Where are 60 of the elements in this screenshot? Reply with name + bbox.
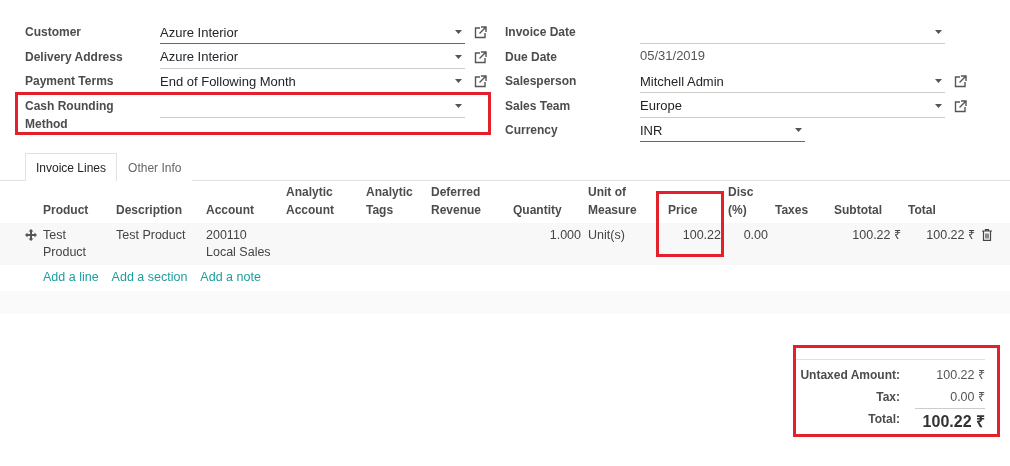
field-label: Cash Rounding Method: [25, 97, 115, 133]
table-cell: 100.22 ₹: [926, 228, 975, 242]
caret-icon: [455, 103, 462, 108]
column-header[interactable]: Analytic Account: [286, 183, 366, 223]
input-field[interactable]: Europe: [640, 93, 945, 118]
column-header[interactable]: Account: [206, 183, 286, 223]
field-label: Sales Team: [505, 97, 572, 115]
amount-value: 100.22 ₹: [935, 367, 985, 384]
caret-icon: [455, 54, 462, 59]
caret-icon: [935, 30, 942, 34]
external-link-icon[interactable]: [954, 99, 967, 113]
column-header[interactable]: Quantity: [513, 183, 588, 223]
external-link-icon[interactable]: [474, 50, 487, 64]
external-link-icon[interactable]: [474, 26, 487, 39]
amount-value: 0.00 ₹: [949, 389, 985, 406]
column-header[interactable]: Unit of Measure: [588, 183, 668, 223]
column-header[interactable]: Product: [43, 183, 116, 223]
caret-icon: [455, 79, 462, 83]
dropdown-field[interactable]: INR: [640, 118, 805, 142]
caret-icon: [935, 103, 942, 108]
table-cell: Test Product: [116, 228, 186, 242]
input-field[interactable]: Azure Interior: [160, 20, 465, 44]
tab[interactable]: Invoice Lines: [25, 153, 118, 181]
total-label: Total:: [867, 411, 900, 428]
external-link-icon[interactable]: [954, 75, 967, 88]
drag-handle-icon[interactable]: [25, 229, 37, 241]
input-field[interactable]: Mitchell Admin: [640, 69, 945, 93]
column-header[interactable]: Description: [116, 183, 206, 223]
column-header[interactable]: Analytic Tags: [366, 183, 431, 223]
column-header[interactable]: Total: [908, 183, 982, 223]
field-label: Delivery Address: [25, 48, 124, 66]
trash-icon[interactable]: [982, 229, 992, 241]
field-label: Payment Terms: [25, 73, 115, 90]
table-cell: Test Product: [43, 228, 87, 259]
caret-icon: [795, 128, 802, 132]
amount-label: Tax:: [875, 389, 900, 406]
column-header[interactable]: Price: [668, 183, 728, 223]
input-field[interactable]: Azure Interior: [160, 44, 465, 69]
table-cell: 0.00: [743, 228, 768, 242]
field-label: Salesperson: [505, 73, 578, 90]
field-label: Invoice Date: [505, 24, 577, 41]
table-cell: 1.000: [549, 228, 581, 242]
table-cell: 200110 Local Sales: [206, 228, 271, 259]
caret-icon: [455, 30, 462, 34]
column-header[interactable]: Disc (%): [728, 183, 775, 223]
column-header[interactable]: Taxes: [775, 183, 834, 223]
column-header[interactable]: Subtotal: [834, 183, 908, 223]
field-value: 05/31/2019: [640, 46, 707, 65]
caret-icon: [935, 79, 942, 83]
field-label: Due Date: [505, 48, 558, 66]
amount-label: Untaxed Amount:: [799, 367, 900, 384]
table-cell: 100.22: [682, 228, 721, 242]
table-cell: Unit(s): [588, 228, 625, 242]
field-label: Customer: [25, 24, 82, 41]
total-amount: 100.22 ₹: [915, 408, 985, 434]
input-field[interactable]: End of Following Month: [160, 69, 465, 93]
table-cell: 100.22 ₹: [852, 228, 901, 242]
external-link-icon[interactable]: [474, 75, 487, 88]
column-header[interactable]: Deferred Revenue: [431, 183, 513, 223]
field-label: Currency: [505, 122, 559, 139]
